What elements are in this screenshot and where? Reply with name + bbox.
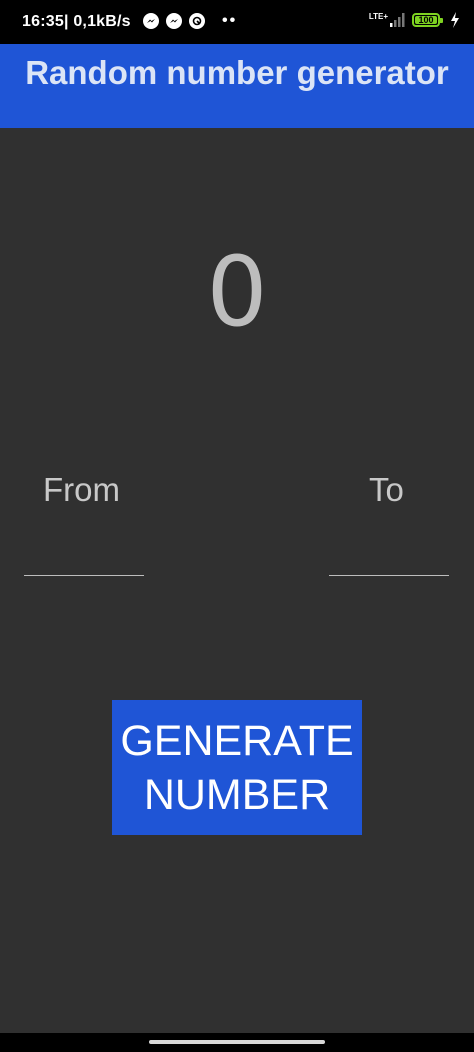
notification-icons: ••: [143, 13, 237, 29]
from-input[interactable]: [24, 540, 144, 576]
navigation-bar: [0, 1033, 474, 1052]
app-screen: 16:35 | 0,1kB/s •• LTE+ 100 Random numbe…: [0, 0, 474, 1052]
network-type-label: LTE+: [368, 12, 388, 21]
to-label: To: [369, 471, 404, 508]
messenger-icon: [143, 13, 159, 29]
messenger-icon: [166, 13, 182, 29]
battery-level: 100: [418, 15, 434, 25]
signal-group: LTE+: [369, 13, 406, 27]
generate-button-line1: GENERATE: [120, 716, 354, 765]
battery-icon: 100: [412, 13, 443, 27]
generate-button-line2: NUMBER: [143, 770, 331, 819]
result-number: 0: [206, 236, 268, 348]
app-title: Random number generator: [25, 54, 449, 91]
status-time: 16:35: [22, 13, 64, 30]
system-icons: LTE+ 100: [369, 12, 460, 28]
generate-number-button[interactable]: GENERATE NUMBER: [112, 700, 362, 835]
charging-icon: [451, 12, 459, 28]
status-bar: 16:35 | 0,1kB/s •• LTE+ 100: [0, 0, 474, 44]
home-indicator[interactable]: [149, 1040, 325, 1044]
signal-icon: [390, 13, 405, 27]
to-input[interactable]: [329, 540, 449, 576]
more-notifications-icon: ••: [222, 12, 238, 29]
app-bar: Random number generator: [0, 44, 474, 128]
at-sign-icon: [189, 13, 205, 29]
from-label: From: [43, 471, 120, 508]
network-speed: | 0,1kB/s: [64, 13, 131, 30]
